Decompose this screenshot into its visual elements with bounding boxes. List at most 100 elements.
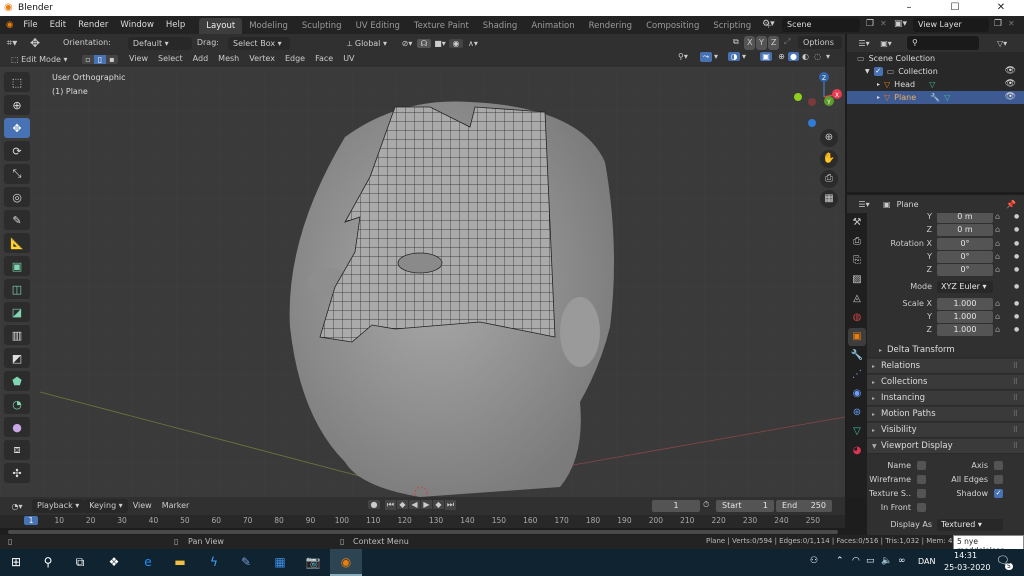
start-frame-field[interactable]: Start 1 — [716, 500, 774, 512]
extrude-tool-icon[interactable]: ▣ — [4, 256, 30, 276]
rotation-x-field[interactable]: 0° — [937, 237, 993, 250]
tab-texture-paint[interactable]: Texture Paint — [407, 18, 476, 34]
select-box-tool-icon[interactable]: ⬚ — [4, 72, 30, 92]
scene-field[interactable]: Scene — [782, 18, 860, 32]
transform-orientation-dropdown[interactable]: ⟂ Global ▾ — [342, 37, 397, 50]
panel-motion-paths[interactable]: ▸ Motion Paths ⠿ — [867, 407, 1024, 422]
lock-icon[interactable]: ⌂ — [995, 299, 1000, 308]
tab-layout[interactable]: Layout — [199, 18, 243, 34]
clock-time[interactable]: 14:31 — [954, 551, 977, 560]
language-indicator[interactable]: DAN — [918, 557, 935, 566]
paint-app-icon[interactable]: ✎ — [230, 549, 262, 576]
smooth-tool-icon[interactable]: ● — [4, 417, 30, 437]
keyframe-dot[interactable]: ● — [1014, 283, 1019, 290]
outliner-search-input[interactable]: ⚲ — [907, 36, 979, 50]
keyframe-dot[interactable]: ● — [1014, 326, 1019, 333]
mirror-y-toggle[interactable]: Y — [756, 36, 767, 50]
lock-icon[interactable]: ⌂ — [995, 265, 1000, 274]
windows-start-icon[interactable]: ⊞ — [0, 549, 32, 576]
outliner-editor-icon[interactable]: ☰▾ — [853, 39, 875, 48]
panel-instancing[interactable]: ▸ Instancing ⠿ — [867, 391, 1024, 406]
spin-tool-icon[interactable]: ◔ — [4, 394, 30, 414]
dropbox-icon[interactable]: ❖ — [98, 549, 130, 576]
cursor-tool-icon[interactable]: ⊕ — [4, 95, 30, 115]
play-button[interactable]: ▶ — [421, 500, 432, 509]
snap-icon[interactable]: ☊ — [416, 38, 431, 48]
orientation-dropdown[interactable]: Default ▾ — [127, 36, 192, 50]
move-gizmo-icon[interactable]: ✥ — [24, 36, 46, 50]
scene-tab-icon[interactable]: ◬ — [848, 290, 866, 308]
drag-grip-icon[interactable]: ⠿ — [1013, 391, 1018, 406]
wireframe-checkbox[interactable] — [917, 475, 926, 484]
gizmo-neg-z[interactable] — [808, 119, 816, 127]
keyframe-dot[interactable]: ● — [1014, 213, 1019, 220]
mode-dropdown[interactable]: ⬚ Edit Mode ▾ — [6, 53, 78, 66]
app-bolt-icon[interactable]: ϟ — [198, 549, 230, 576]
scale-x-field[interactable]: 1.000 — [937, 297, 993, 310]
view-layer-field[interactable]: View Layer — [913, 18, 989, 32]
in-front-checkbox[interactable] — [917, 503, 926, 512]
menu-view[interactable]: View — [124, 52, 153, 66]
panel-delta-transform[interactable]: ▸ Delta Transform — [867, 343, 1024, 358]
menu-mesh[interactable]: Mesh — [213, 52, 244, 66]
new-view-layer-icon[interactable]: ❐ — [994, 19, 1002, 29]
camera-icon[interactable]: ⎙ — [820, 170, 838, 188]
delete-view-layer-icon[interactable]: ✕ — [1008, 19, 1015, 28]
filter-icon[interactable]: ▽▾ — [997, 39, 1007, 48]
pan-hand-icon[interactable]: ✋ — [820, 150, 838, 168]
outliner-row-head[interactable]: ▸ ▽ Head ▽ 👁 — [847, 78, 1024, 91]
tab-scripting[interactable]: Scripting — [706, 18, 758, 34]
expand-icon[interactable]: ▸ — [877, 78, 880, 91]
current-frame-field[interactable]: 1 — [652, 500, 700, 512]
search-icon[interactable]: ⚲ — [32, 549, 64, 576]
loop-cut-tool-icon[interactable]: ▥ — [4, 325, 30, 345]
eye-icon[interactable]: 👁 — [1005, 65, 1016, 78]
inset-tool-icon[interactable]: ◫ — [4, 279, 30, 299]
measure-tool-icon[interactable]: 📐 — [4, 233, 30, 253]
lock-icon[interactable]: ⌂ — [995, 312, 1000, 321]
3d-viewport[interactable]: Z Y X User Orthographic (1) Plane ⊕ ✋ ⎙ … — [0, 67, 845, 497]
new-scene-icon[interactable]: ❐ — [866, 19, 874, 29]
gizmo-neg-y[interactable] — [794, 93, 802, 101]
knife-tool-icon[interactable]: ◩ — [4, 348, 30, 368]
mesh-data-icon[interactable]: ▽ — [929, 78, 935, 91]
modifier-tab-icon[interactable]: 🔧 — [848, 347, 866, 365]
object-tab-icon[interactable]: ▣ — [848, 328, 866, 346]
next-keyframe-button[interactable]: ◆ — [433, 500, 444, 509]
keyframe-dot[interactable]: ● — [1014, 226, 1019, 233]
menu-select[interactable]: Select — [153, 52, 188, 66]
timeline-view-menu[interactable]: View — [128, 499, 157, 513]
file-explorer-icon[interactable]: ▬ — [164, 549, 196, 576]
menu-vertex[interactable]: Vertex — [244, 52, 280, 66]
name-checkbox[interactable] — [917, 461, 926, 470]
timeline-ruler[interactable]: 1 10 20 30 40 50 60 70 80 90 100 110 120 130 140 150 160… — [0, 515, 845, 528]
expand-icon[interactable]: ▸ — [877, 91, 880, 104]
lock-icon[interactable]: ⌂ — [995, 239, 1000, 248]
panel-collections[interactable]: ▸ Collections ⠿ — [867, 375, 1024, 390]
menu-uv[interactable]: UV — [338, 52, 359, 66]
face-select-icon[interactable]: ▪ — [106, 54, 118, 64]
scale-tool-icon[interactable]: ⤡ — [4, 164, 30, 184]
shadow-checkbox[interactable]: ✓ — [994, 489, 1003, 498]
mirror-z-toggle[interactable]: Z — [768, 36, 780, 50]
mesh-data-icon[interactable]: ▽ — [944, 91, 950, 104]
camera-app-icon[interactable]: 📷 — [297, 549, 329, 576]
poly-build-tool-icon[interactable]: ⬟ — [4, 371, 30, 391]
panel-visibility[interactable]: ▸ Visibility ⠿ — [867, 423, 1024, 438]
timeline-marker-menu[interactable]: Marker — [157, 499, 195, 513]
wireframe-shading-icon[interactable]: ⊕ — [776, 52, 787, 61]
axis-checkbox[interactable] — [994, 461, 1003, 470]
current-frame-marker[interactable]: 1 — [24, 516, 38, 525]
eye-icon[interactable]: 👁 — [1005, 91, 1016, 104]
drag-dropdown[interactable]: Select Box ▾ — [227, 36, 290, 50]
render-tab-icon[interactable]: ⎙ — [848, 233, 866, 251]
scale-y-field[interactable]: 1.000 — [937, 310, 993, 323]
properties-editor-icon[interactable]: ☰▾ — [853, 200, 875, 209]
overlay-toggle-icon[interactable]: ◑ — [728, 52, 740, 61]
physics-tab-icon[interactable]: ◉ — [848, 385, 866, 403]
menu-edit[interactable]: Edit — [44, 16, 72, 34]
scene-icon[interactable]: ⚙▾ — [762, 19, 775, 29]
people-icon[interactable]: ⚇ — [810, 556, 818, 566]
keyframe-dot[interactable]: ● — [1014, 253, 1019, 260]
particles-tab-icon[interactable]: ⋰ — [848, 366, 866, 384]
